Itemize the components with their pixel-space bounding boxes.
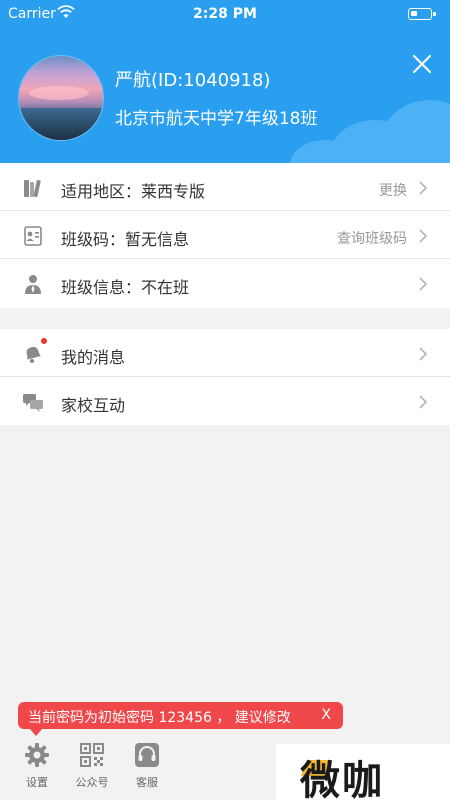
user-school: 北京市航天中学7年级18班 bbox=[115, 109, 318, 129]
user-name: 严航(ID:1040918) bbox=[115, 70, 271, 91]
official-account-tab-label: 公众号 bbox=[75, 776, 109, 789]
toast-pointer bbox=[30, 729, 42, 736]
header-cloud-decoration bbox=[380, 100, 450, 163]
chevron-right-icon bbox=[419, 181, 428, 195]
password-warning-toast: 当前密码为初始密码 123456 ， 建议修改 X bbox=[18, 702, 343, 736]
class-code-row[interactable]: 班级码：暂无信息 查询班级码 bbox=[0, 211, 450, 259]
query-class-code-link[interactable]: 查询班级码 bbox=[337, 228, 407, 248]
change-region-link[interactable]: 更换 bbox=[379, 180, 407, 200]
class-info-row[interactable]: 班级信息：不在班 bbox=[0, 259, 450, 307]
chevron-right-icon bbox=[419, 347, 428, 361]
person-icon bbox=[25, 275, 41, 294]
account-info-group: 适用地区：莱西专版 更换 班级码：暂无信息 查询班级码 班级信息：不在班 bbox=[0, 163, 450, 308]
my-messages-label: 我的消息 bbox=[61, 348, 126, 367]
battery-icon bbox=[408, 8, 436, 20]
status-time: 2:28 PM bbox=[193, 6, 257, 22]
chevron-right-icon bbox=[419, 229, 428, 243]
home-school-label: 家校互动 bbox=[61, 396, 126, 415]
headset-icon bbox=[135, 743, 159, 767]
official-account-tab[interactable]: 公众号 bbox=[72, 742, 112, 794]
class-code-icon bbox=[24, 226, 42, 246]
gear-icon bbox=[25, 743, 49, 767]
chevron-right-icon bbox=[419, 395, 428, 409]
watermark-text: 微咖 bbox=[300, 758, 384, 800]
settings-tab[interactable]: 设置 bbox=[17, 742, 57, 794]
messages-group: 我的消息 家校互动 bbox=[0, 329, 450, 425]
toast-close-button[interactable]: X bbox=[321, 707, 331, 723]
watermark-logo: 微咖 bbox=[276, 744, 450, 800]
customer-service-tab-label: 客服 bbox=[136, 776, 158, 789]
unread-badge bbox=[41, 338, 47, 344]
region-label: 适用地区：莱西专版 bbox=[61, 182, 206, 201]
customer-service-tab[interactable]: 客服 bbox=[127, 742, 167, 794]
avatar[interactable] bbox=[19, 56, 103, 140]
chat-icon bbox=[23, 394, 43, 412]
toast-text: 当前密码为初始密码 123456 ， 建议修改 bbox=[28, 710, 291, 726]
books-icon bbox=[24, 179, 41, 198]
class-code-label: 班级码：暂无信息 bbox=[61, 230, 190, 249]
settings-tab-label: 设置 bbox=[26, 776, 48, 789]
home-school-row[interactable]: 家校互动 bbox=[0, 377, 450, 425]
region-row[interactable]: 适用地区：莱西专版 更换 bbox=[0, 163, 450, 211]
my-messages-row[interactable]: 我的消息 bbox=[0, 329, 450, 377]
chevron-right-icon bbox=[419, 277, 428, 291]
status-bar: Carrier 2:28 PM bbox=[0, 0, 450, 30]
profile-header: Carrier 2:28 PM 严航(ID:1040918) 北京市航天中学7年… bbox=[0, 0, 450, 163]
close-icon[interactable] bbox=[411, 53, 433, 75]
class-info-label: 班级信息：不在班 bbox=[61, 278, 190, 297]
bell-icon bbox=[26, 346, 41, 363]
qr-code-icon bbox=[80, 743, 104, 767]
